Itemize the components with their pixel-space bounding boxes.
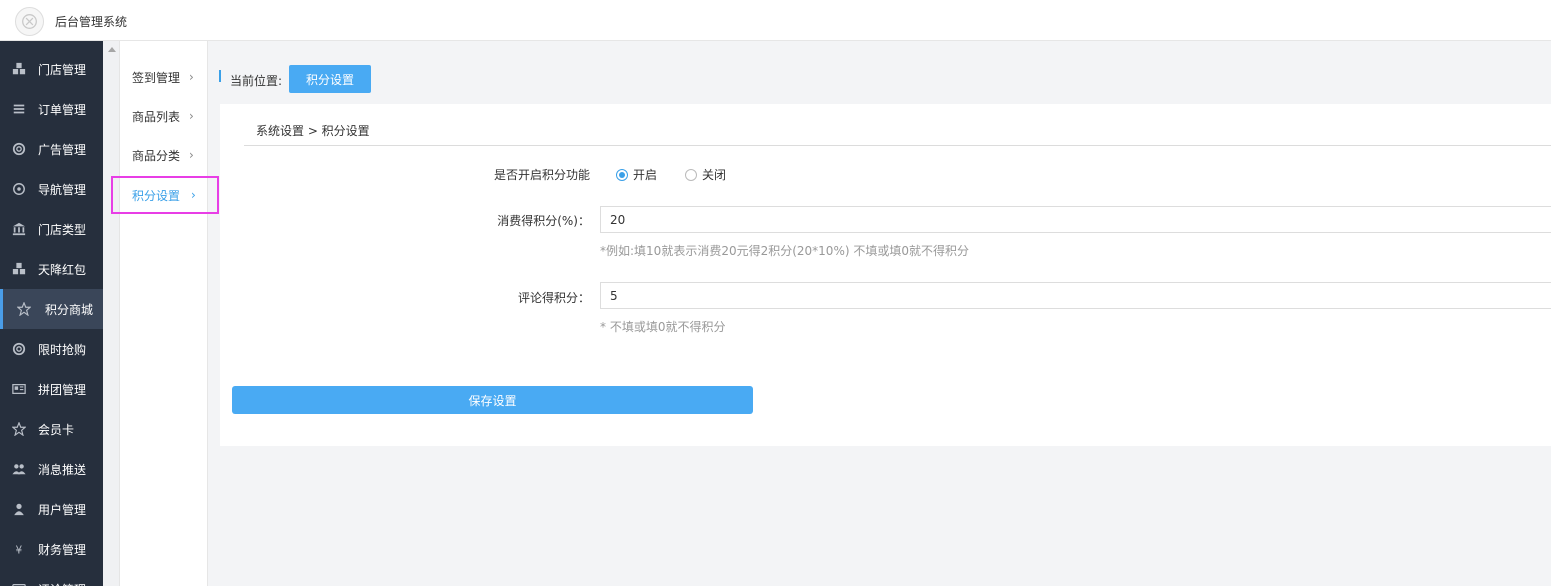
lifebuoy-icon [11, 341, 27, 357]
consume-points-hint: *例如:填10就表示消费20元得2积分(20*10%) 不填或填0就不得积分 [600, 244, 969, 258]
svg-text:¥: ¥ [16, 544, 23, 556]
consume-points-input[interactable]: 20 [600, 206, 1551, 233]
sidebar-item-label: 积分商城 [45, 302, 94, 317]
location-marker [219, 70, 221, 82]
location-current-button[interactable]: 积分设置 [289, 65, 371, 93]
sidebar-item[interactable]: ¥ 财务管理 [0, 529, 103, 569]
subnav-item[interactable]: 商品列表 › [120, 98, 208, 134]
sidebar-item[interactable]: 拼团管理 [0, 369, 103, 409]
sidebar-item[interactable]: 限时抢购 [0, 329, 103, 369]
lifebuoy-icon [11, 141, 27, 157]
sidebar-item[interactable]: 订单管理 [0, 89, 103, 129]
subnav-item-label: 签到管理 [132, 70, 181, 85]
radio-checked-icon[interactable] [616, 168, 628, 181]
chevron-right-icon: › [191, 188, 196, 202]
cubes-icon [11, 261, 27, 277]
sidebar-item-label: 天降红包 [38, 262, 87, 277]
sidebar-item-label: 消息推送 [38, 462, 87, 477]
star-icon [16, 301, 32, 317]
sidebar-item-label: 用户管理 [38, 502, 87, 517]
subnav-item[interactable]: 积分设置 › [111, 176, 219, 214]
subnav-item-label: 积分设置 [132, 188, 181, 203]
radio-enable-off[interactable]: 关闭 [685, 166, 726, 183]
comment-points-input[interactable]: 5 [600, 282, 1551, 309]
consume-points-label: 消费得积分(%)： [497, 214, 590, 228]
comment-points-hint: * 不填或填0就不得积分 [600, 320, 726, 334]
user-icon [11, 501, 27, 517]
sidebar-item-label: 门店类型 [38, 222, 87, 237]
yen-icon: ¥ [11, 541, 27, 557]
sidebar-item-label: 会员卡 [38, 422, 75, 437]
newspaper-icon [11, 381, 27, 397]
radio-enable-on[interactable]: 开启 [616, 166, 657, 183]
app-title: 后台管理系统 [55, 15, 128, 29]
sidebar-item[interactable]: 会员卡 [0, 409, 103, 449]
radio-unchecked-icon[interactable] [685, 168, 697, 181]
sidebar-item[interactable]: 评论管理 [0, 569, 103, 586]
chevron-right-icon: › [189, 70, 194, 84]
chevron-right-icon: › [189, 148, 194, 162]
sidebar-item-label: 限时抢购 [38, 342, 87, 357]
compass-icon [11, 181, 27, 197]
subnav-item[interactable]: 签到管理 › [120, 59, 208, 95]
sidebar-item[interactable]: 门店类型 [0, 209, 103, 249]
star-icon [11, 421, 27, 437]
cubes-icon [11, 61, 27, 77]
breadcrumb: 系统设置 > 积分设置 [256, 124, 370, 138]
enable-points-label: 是否开启积分功能 [493, 168, 590, 182]
sidebar-item-label: 订单管理 [38, 102, 87, 117]
sub-nav: 签到管理 › 商品列表 › 商品分类 › 积分设置 › [111, 41, 219, 586]
settings-panel: 系统设置 > 积分设置 是否开启积分功能 开启 关闭 消费得积分(%)： 20 … [220, 104, 1551, 446]
subnav-item-label: 商品分类 [132, 148, 181, 163]
radio-off-label: 关闭 [702, 168, 727, 182]
sidebar-item[interactable]: 积分商城 [0, 289, 103, 329]
sidebar-scrollbar[interactable] [103, 41, 120, 586]
sidebar-item-label: 导航管理 [38, 182, 87, 197]
main-sidebar: 门店管理订单管理广告管理导航管理门店类型天降红包积分商城限时抢购拼团管理会员卡消… [0, 41, 103, 586]
scroll-up-icon[interactable] [108, 47, 116, 52]
logo-icon [15, 7, 44, 36]
subnav-item-label: 商品列表 [132, 109, 181, 124]
sidebar-item-label: 评论管理 [38, 581, 86, 586]
comment-points-label: 评论得积分： [517, 291, 590, 305]
subnav-item[interactable]: 商品分类 › [120, 137, 208, 173]
sidebar-item-label: 拼团管理 [38, 382, 87, 397]
save-settings-button[interactable]: 保存设置 [232, 386, 753, 414]
sidebar-item[interactable]: 广告管理 [0, 129, 103, 169]
sidebar-item-label: 门店管理 [38, 62, 87, 77]
sidebar-item[interactable]: 导航管理 [0, 169, 103, 209]
chevron-right-icon: › [189, 109, 194, 123]
divider [244, 145, 1551, 146]
radio-on-label: 开启 [633, 168, 658, 182]
sidebar-item[interactable]: 消息推送 [0, 449, 103, 489]
sidebar-item[interactable]: 天降红包 [0, 249, 103, 289]
comment-icon [11, 581, 27, 586]
sidebar-item-label: 广告管理 [38, 142, 87, 157]
top-header: 后台管理系统 [0, 0, 1551, 41]
bank-icon [11, 221, 27, 237]
users-icon [11, 461, 27, 477]
sidebar-item[interactable]: 门店管理 [0, 49, 103, 89]
location-label: 当前位置: [230, 74, 283, 88]
sidebar-item-label: 财务管理 [38, 542, 87, 557]
sidebar-item[interactable]: 用户管理 [0, 489, 103, 529]
list-icon [11, 101, 27, 117]
